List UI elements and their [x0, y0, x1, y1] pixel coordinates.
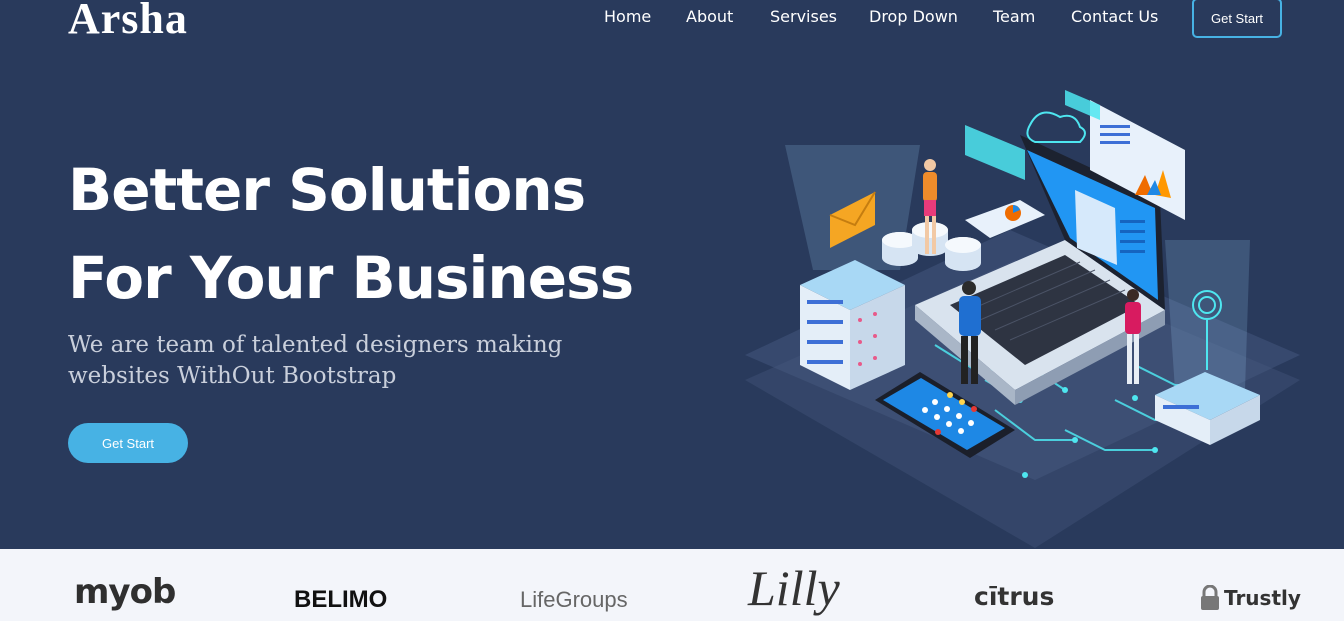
client-logo-citrus: cītrus — [974, 581, 1055, 611]
hero-headline: Better Solutions For Your Business — [68, 146, 634, 322]
nav-about[interactable]: About — [686, 7, 733, 27]
hero-subtitle: We are team of talented designers making… — [68, 332, 563, 389]
client-logo-trustly: Trustly — [1199, 573, 1301, 621]
client-logo-belimo: BELIMO — [294, 586, 388, 613]
nav-services[interactable]: Servises — [770, 7, 837, 27]
nav-contact[interactable]: Contact Us — [1071, 7, 1158, 27]
hero-get-start-button[interactable]: Get Start — [68, 423, 188, 463]
client-logo-lifegroups: LifeGroups — [520, 587, 628, 612]
main-nav: Home About Servises Drop Down Team Conta… — [0, 0, 1344, 40]
hero-headline-line-2: For Your Business — [68, 244, 634, 312]
nav-team[interactable]: Team — [993, 7, 1035, 27]
hero-section: Arsha Home About Servises Drop Down Team… — [0, 0, 1344, 549]
client-logo-myob: myob — [74, 572, 176, 612]
hero-headline-line-1: Better Solutions — [68, 156, 586, 224]
lock-icon — [1201, 585, 1219, 610]
nav-dropdown[interactable]: Drop Down — [869, 7, 958, 27]
nav-get-start-button[interactable]: Get Start — [1192, 0, 1282, 38]
hero-illustration — [745, 90, 1300, 548]
clients-strip: myob BELIMO LifeGroups Lilly cītrus Trus… — [0, 549, 1344, 621]
nav-home[interactable]: Home — [604, 7, 651, 27]
client-logo-trustly-text: Trustly — [1224, 586, 1301, 610]
client-logo-lilly: Lilly — [748, 560, 840, 616]
